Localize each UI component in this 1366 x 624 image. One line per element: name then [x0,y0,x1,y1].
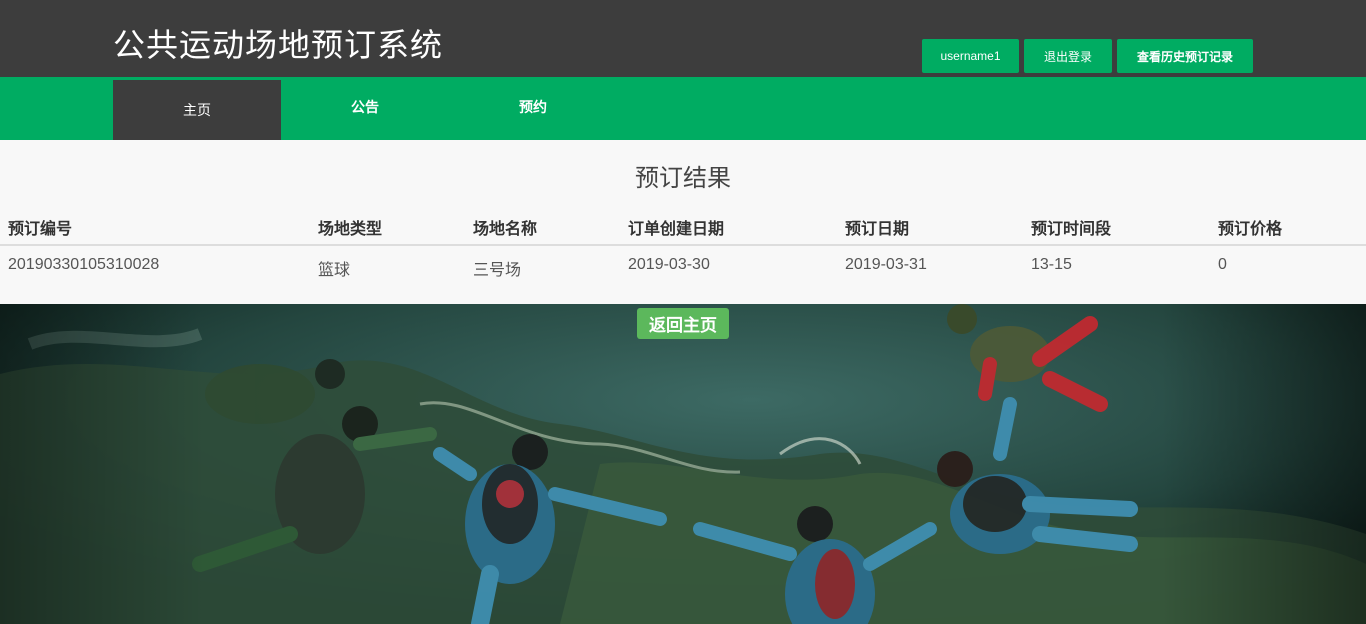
col-header-venue-type: 场地类型 [318,221,383,238]
skydivers-background-image [0,304,1366,624]
cell-booking-date: 2019-03-31 [845,256,927,273]
col-header-booking-id: 预订编号 [8,221,73,238]
result-title: 预订结果 [635,165,731,192]
booking-result-panel: 预订结果 预订编号 场地类型 场地名称 订单创建日期 预订日期 预订时间段 预订… [0,140,1366,304]
col-header-time-slot: 预订时间段 [1031,221,1112,238]
back-home-button[interactable]: 返回主页 [637,308,729,339]
nav-booking[interactable]: 预约 [449,77,617,137]
table-divider [0,244,1366,246]
cell-venue-name: 三号场 [473,262,522,279]
nav-home[interactable]: 主页 [113,80,281,140]
col-header-booking-date: 预订日期 [845,221,910,238]
cell-venue-type: 篮球 [318,262,351,279]
username-button[interactable]: username1 [922,39,1019,73]
col-header-venue-name: 场地名称 [473,221,538,238]
top-header: 公共运动场地预订系统 username1 退出登录 查看历史预订记录 [0,0,1366,77]
cell-price: 0 [1218,256,1227,273]
cell-booking-id: 20190330105310028 [8,256,160,273]
nav-notice[interactable]: 公告 [281,77,449,137]
history-records-button[interactable]: 查看历史预订记录 [1117,39,1253,73]
main-nav: 主页 公告 预约 [0,77,1366,140]
col-header-order-created-date: 订单创建日期 [628,221,725,238]
cell-time-slot: 13-15 [1031,256,1072,273]
cell-order-created-date: 2019-03-30 [628,256,710,273]
site-title: 公共运动场地预订系统 [113,27,444,63]
logout-button[interactable]: 退出登录 [1024,39,1112,73]
col-header-price: 预订价格 [1218,221,1283,238]
